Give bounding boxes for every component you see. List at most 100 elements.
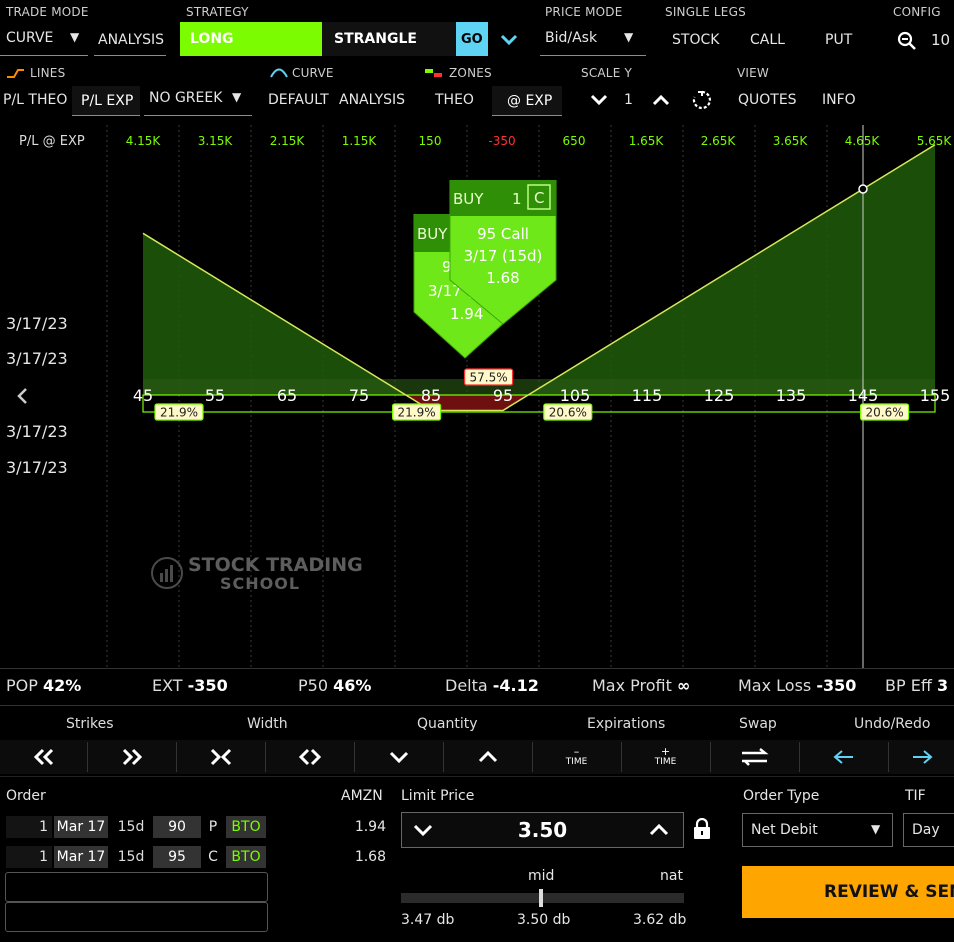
quantity-up-icon[interactable] (444, 742, 531, 772)
price-slider-handle[interactable] (539, 889, 543, 907)
call-button[interactable]: CALL (750, 32, 785, 48)
strike-label: 105 (560, 386, 591, 405)
order-symbol: AMZN (341, 788, 383, 804)
price-mode-dropdown[interactable]: Bid/Ask ▼ (540, 24, 646, 56)
strike-label: 145 (848, 386, 879, 405)
empty-leg-row[interactable] (5, 872, 268, 902)
tif-dropdown[interactable]: Day (903, 813, 954, 847)
default-button[interactable]: DEFAULT (268, 92, 329, 108)
order-type-label: Order Type (743, 788, 820, 804)
scale-up-icon[interactable] (650, 90, 672, 110)
mid-db-value: 3.50 db (517, 912, 571, 928)
leg-callout-call[interactable]: BUY 1 C 95 Call 3/17 (15d) 1.68 (448, 180, 558, 326)
plus-icon: + (660, 745, 671, 758)
max-loss-stat: Max Loss -350 (738, 676, 857, 695)
pl-exp-tab[interactable]: P/L EXP (72, 86, 140, 116)
strategy-label: STRATEGY (186, 5, 249, 19)
strikes-up-icon[interactable] (88, 742, 175, 772)
strikes-label: Strikes (66, 716, 114, 732)
info-button[interactable]: INFO (822, 92, 856, 108)
price-up-icon[interactable] (648, 823, 670, 837)
strike-label: 115 (632, 386, 663, 405)
pop-zone-outline (142, 394, 936, 413)
tif-label: TIF (905, 788, 926, 804)
undo-icon[interactable] (800, 742, 887, 772)
swap-label: Swap (739, 716, 777, 732)
chevron-down-icon: ▼ (624, 30, 634, 44)
leg-exp[interactable]: Mar 17 (54, 816, 108, 838)
strategy-dropdown[interactable]: STRANGLE (322, 22, 456, 56)
limit-price-field[interactable]: 3.50 (401, 812, 684, 848)
order-label: Order (6, 788, 46, 804)
theo-button[interactable]: THEO (435, 92, 474, 108)
zone-label: 21.9% (398, 406, 436, 420)
leg-side[interactable]: BTO (226, 816, 266, 838)
reset-icon[interactable] (690, 88, 714, 112)
time-plus-label: TIME (654, 757, 677, 767)
p50-stat: P50 46% (298, 676, 372, 695)
long-button[interactable]: LONG (180, 22, 322, 56)
strikes-down-icon[interactable] (0, 742, 87, 772)
time-plus-button[interactable]: + TIME (622, 742, 709, 772)
strike-label: 135 (776, 386, 807, 405)
chevron-left-icon[interactable] (14, 386, 32, 406)
lines-label: LINES (30, 66, 66, 80)
redo-icon[interactable] (889, 742, 954, 772)
config-label: CONFIG (893, 5, 941, 19)
expiration-date-label: 3/17/23 (6, 314, 68, 333)
leg-price: 1.68 (354, 849, 386, 865)
time-minus-button[interactable]: – TIME (533, 742, 620, 772)
strike-label: 65 (277, 386, 297, 405)
quantity-down-icon[interactable] (355, 742, 442, 772)
leg-strike[interactable]: 90 (153, 816, 201, 838)
chevron-down-icon: ▼ (70, 30, 80, 44)
strategy-expand-icon[interactable] (498, 28, 520, 50)
go-button[interactable]: GO (456, 22, 488, 56)
leg-qty[interactable]: 1 (6, 846, 52, 868)
zoom-icon[interactable] (896, 30, 918, 52)
leg-strike[interactable]: 95 (153, 846, 201, 868)
leg-call-expiry: 3/17 (15d) (463, 247, 543, 265)
pop-stat: POP 42% (6, 676, 82, 695)
leg-side[interactable]: BTO (226, 846, 266, 868)
leg-exp[interactable]: Mar 17 (54, 846, 108, 868)
analysis-view-button[interactable]: ANALYSIS (339, 92, 405, 108)
long-label: LONG (190, 31, 234, 47)
analysis-button[interactable]: ANALYSIS (94, 24, 166, 56)
leg-type[interactable]: P (204, 816, 222, 838)
logo-icon (151, 557, 183, 589)
leg-days: 15d (117, 849, 145, 865)
width-label: Width (247, 716, 288, 732)
greek-dropdown[interactable]: NO GREEK ▼ (144, 84, 252, 116)
lock-icon[interactable] (692, 818, 712, 840)
leg-call-type-badge: C (534, 189, 545, 207)
stock-button[interactable]: STOCK (672, 32, 719, 48)
leg-type[interactable]: C (204, 846, 222, 868)
mid-label: mid (528, 868, 555, 884)
pl-exp-label: P/L EXP (81, 93, 134, 109)
delta-stat: Delta -4.12 (445, 676, 539, 695)
undo-redo-label: Undo/Redo (854, 716, 931, 732)
empty-leg-row[interactable] (5, 902, 268, 932)
zones-label: ZONES (449, 66, 492, 80)
swap-icon[interactable] (711, 742, 798, 772)
expiration-date-label: 3/17/23 (6, 422, 68, 441)
order-type-dropdown[interactable]: Net Debit ▼ (742, 813, 893, 847)
watermark-line1: STOCK TRADING (188, 554, 363, 576)
zoom-value: 10 (931, 31, 951, 49)
scale-value: 1 (624, 92, 633, 108)
strike-label: 75 (349, 386, 369, 405)
at-exp-button[interactable]: @ EXP (492, 86, 562, 116)
width-widen-icon[interactable] (266, 742, 353, 772)
quotes-button[interactable]: QUOTES (738, 92, 797, 108)
trade-mode-dropdown[interactable]: CURVE ▼ (0, 24, 88, 56)
leg-qty[interactable]: 1 (6, 816, 52, 838)
scale-down-icon[interactable] (588, 90, 610, 110)
width-narrow-icon[interactable] (177, 742, 264, 772)
max-profit-stat: Max Profit ∞ (592, 676, 691, 695)
put-button[interactable]: PUT (825, 32, 852, 48)
chevron-down-icon: ▼ (232, 90, 242, 104)
review-send-button[interactable]: REVIEW & SEN (742, 866, 954, 918)
pl-theo-tab[interactable]: P/L THEO (3, 92, 67, 108)
view-label: VIEW (737, 66, 769, 80)
